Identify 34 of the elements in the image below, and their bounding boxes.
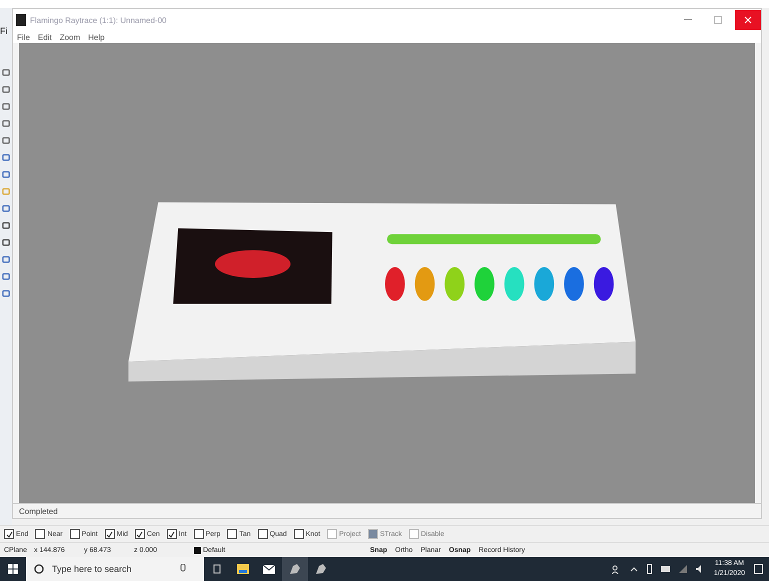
windows-icon [8, 564, 18, 574]
checkbox[interactable] [194, 529, 204, 539]
menu-item[interactable]: File [17, 32, 30, 42]
checkbox[interactable] [134, 529, 145, 539]
checkbox[interactable] [258, 529, 268, 539]
close-button[interactable] [735, 10, 761, 30]
maximize-icon [714, 16, 722, 24]
notification-icon[interactable] [754, 564, 763, 574]
people-icon[interactable] [612, 564, 621, 574]
menu-item[interactable]: Edit [38, 32, 52, 42]
search-bar[interactable]: Type here to search [26, 557, 204, 581]
menu-item[interactable]: Help [88, 32, 105, 42]
search-field[interactable]: Type here to search [50, 563, 174, 575]
app-icon [16, 14, 26, 26]
network-icon[interactable] [678, 565, 687, 573]
checkbox[interactable] [294, 529, 304, 539]
minimize-icon [684, 19, 692, 21]
microphone-icon[interactable] [180, 564, 186, 574]
checkbox[interactable] [166, 529, 177, 539]
menu-fragment: Fi [0, 26, 8, 36]
battery-icon[interactable] [660, 566, 670, 572]
menu-item[interactable]: Zoom [60, 32, 80, 42]
usb-icon[interactable] [646, 564, 652, 574]
search-icon [34, 564, 44, 574]
caret-icon[interactable] [630, 566, 638, 572]
window-title: Flamingo Raytrace (1:1): Unnamed-00 [30, 16, 168, 24]
checkbox[interactable] [70, 529, 80, 539]
layer-swatch [194, 546, 201, 554]
checkbox[interactable] [4, 529, 14, 539]
checkbox[interactable] [227, 529, 238, 539]
checkbox[interactable] [104, 529, 115, 539]
status-text: Completed [19, 506, 58, 516]
checkbox[interactable] [35, 529, 46, 539]
close-icon [744, 16, 752, 24]
